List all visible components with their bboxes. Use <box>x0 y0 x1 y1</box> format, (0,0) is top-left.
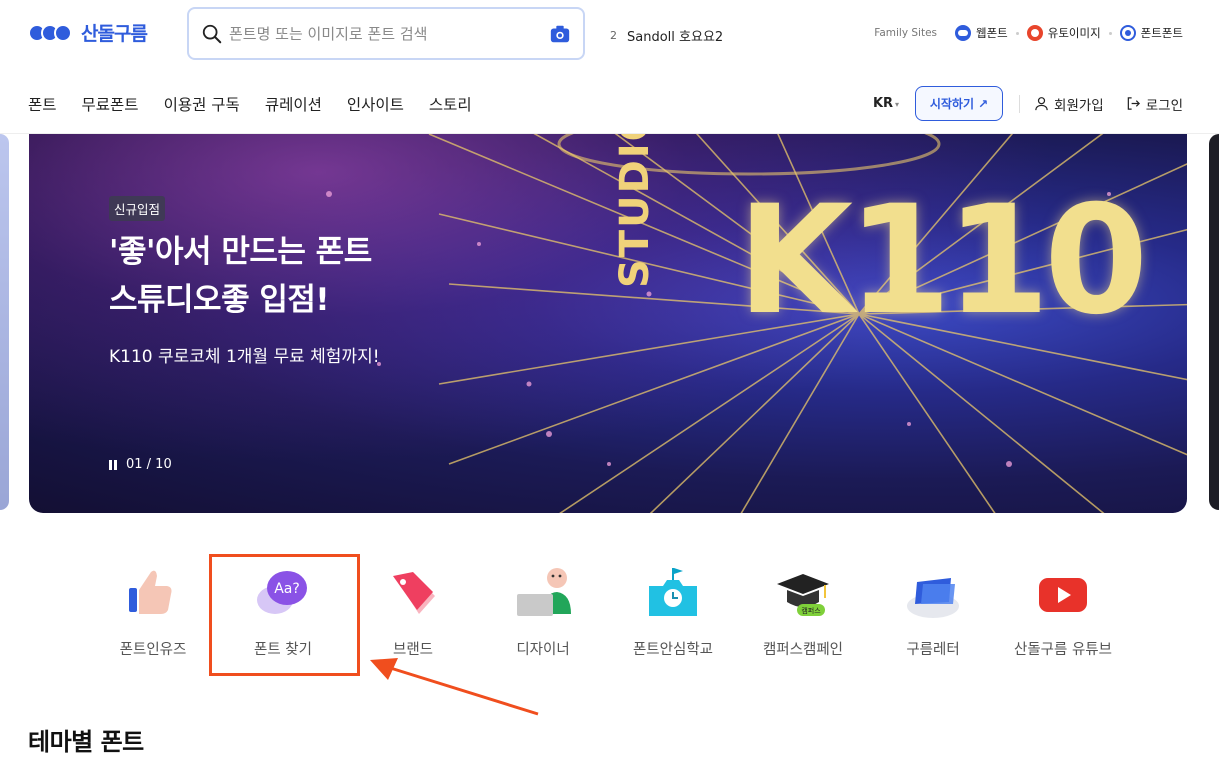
graduation-cap-icon: 캠퍼스 <box>773 564 833 624</box>
family-site-label: 폰트폰트 <box>1140 26 1183 40</box>
trending-keyword[interactable]: 2 Sandoll 호요요2 <box>610 26 723 45</box>
banner-subtitle: K110 쿠로코체 1개월 무료 체험까지! <box>109 347 380 367</box>
banner-title: '좋'아서 만드는 폰트 스튜디오좋 입점! <box>109 228 372 324</box>
new-badge: 신규입점 <box>109 196 166 221</box>
banner-title-line2: 스튜디오좋 입점! <box>109 282 330 318</box>
nav-item-curation[interactable]: 큐레이션 <box>265 93 322 115</box>
youtube-icon <box>1033 564 1093 624</box>
nav-item-insight[interactable]: 인사이트 <box>347 93 404 115</box>
login-icon <box>1127 97 1140 110</box>
login-label: 로그인 <box>1145 97 1183 114</box>
logo-mark-icon <box>28 23 72 42</box>
logo[interactable]: 산돌구름 <box>28 19 148 46</box>
nav-actions: KR ▾ 시작하기 ↗ 회원가입 로그인 <box>873 86 1183 121</box>
nav-menu: 폰트 무료폰트 이용권 구독 큐레이션 인사이트 스토리 <box>28 93 472 115</box>
campus-icon-text: 캠퍼스 <box>801 606 821 615</box>
prev-slide-peek[interactable] <box>0 134 9 510</box>
quick-menu-label: 구름레터 <box>906 642 960 658</box>
search-icon[interactable] <box>201 23 223 45</box>
chevron-down-icon: ▾ <box>895 100 900 109</box>
next-slide-peek[interactable] <box>1209 134 1219 510</box>
language-selector[interactable]: KR ▾ <box>873 96 899 111</box>
hero-banner[interactable]: STUDIO K110 신규입점 '좋'아서 만드는 폰트 스튜디오좋 입점! … <box>29 134 1187 513</box>
nav-item-free-fonts[interactable]: 무료폰트 <box>82 93 139 115</box>
search-input[interactable] <box>229 21 529 47</box>
user-icon <box>1035 97 1048 111</box>
quick-menu-font-school[interactable]: 폰트안심학교 <box>608 560 738 659</box>
quick-menu-fonts-in-use[interactable]: 폰트인유즈 <box>88 560 218 659</box>
signup-link[interactable]: 회원가입 <box>1034 94 1104 114</box>
quick-menu-label: 산돌구름 유튜브 <box>1014 642 1112 658</box>
pager-count: 01 / 10 <box>126 457 172 472</box>
family-site-label: 유토이미지 <box>1047 26 1101 40</box>
start-button[interactable]: 시작하기 ↗ <box>915 86 1004 121</box>
quick-menu-label: 캠퍼스캠페인 <box>762 642 844 658</box>
nav-item-fonts[interactable]: 폰트 <box>28 93 57 115</box>
annotation-arrow-icon <box>370 658 539 716</box>
nav-item-story[interactable]: 스토리 <box>429 93 472 115</box>
top-header: 산돌구름 2 Sandoll 호요요2 Family Sites 웹폰트 유토이… <box>0 0 1219 68</box>
tag-icon <box>383 564 443 624</box>
banner-title-line1: '좋'아서 만드는 폰트 <box>109 234 372 270</box>
family-site-webfont[interactable]: 웹폰트 <box>955 25 1008 41</box>
main-nav: 폰트 무료폰트 이용권 구독 큐레이션 인사이트 스토리 KR ▾ 시작하기 ↗ … <box>0 68 1219 134</box>
trending-rank: 2 <box>610 29 617 42</box>
family-sites-label: Family Sites <box>874 27 938 39</box>
quick-menu-label: 폰트안심학교 <box>632 642 714 658</box>
quick-menu-youtube[interactable]: 산돌구름 유튜브 <box>988 560 1138 659</box>
banner-art-studio: STUDIO <box>612 134 658 288</box>
nav-item-subscription[interactable]: 이용권 구독 <box>164 93 240 115</box>
quick-menu-brand[interactable]: 브랜드 <box>348 560 478 659</box>
quick-menu-gureum-letter[interactable]: 구름레터 <box>868 560 998 659</box>
quick-menu-label: 폰트인유즈 <box>119 642 187 658</box>
annotation-highlight-box <box>209 554 360 676</box>
webfont-icon <box>955 25 972 41</box>
search-box[interactable] <box>187 7 585 60</box>
divider <box>1108 31 1112 35</box>
banner-pager: 01 / 10 <box>109 457 172 472</box>
pause-icon[interactable] <box>109 459 117 470</box>
banner-art-k110: K110 <box>737 174 1148 348</box>
family-site-utoimage[interactable]: 유토이미지 <box>1026 25 1101 41</box>
designer-icon <box>513 564 573 624</box>
fontfont-icon <box>1119 25 1136 41</box>
family-site-label: 웹폰트 <box>976 26 1008 40</box>
quick-menu-designer[interactable]: 디자이너 <box>478 560 608 659</box>
family-sites: Family Sites 웹폰트 유토이미지 폰트폰트 <box>874 25 1183 41</box>
thumbs-up-icon <box>123 564 183 624</box>
family-site-fontfont[interactable]: 폰트폰트 <box>1119 25 1183 41</box>
signup-label: 회원가입 <box>1054 97 1104 114</box>
camera-icon[interactable] <box>549 23 571 45</box>
quick-menu-campus-campaign[interactable]: 캠퍼스 캠퍼스캠페인 <box>738 560 868 659</box>
login-link[interactable]: 로그인 <box>1126 94 1183 114</box>
divider <box>1015 31 1019 35</box>
divider <box>1019 94 1021 113</box>
logo-text: 산돌구름 <box>81 23 148 45</box>
trending-text[interactable]: Sandoll 호요요2 <box>627 26 723 45</box>
school-icon <box>643 564 703 624</box>
language-label: KR <box>872 96 894 111</box>
utoimage-icon <box>1026 25 1043 41</box>
letter-icon <box>903 564 963 624</box>
